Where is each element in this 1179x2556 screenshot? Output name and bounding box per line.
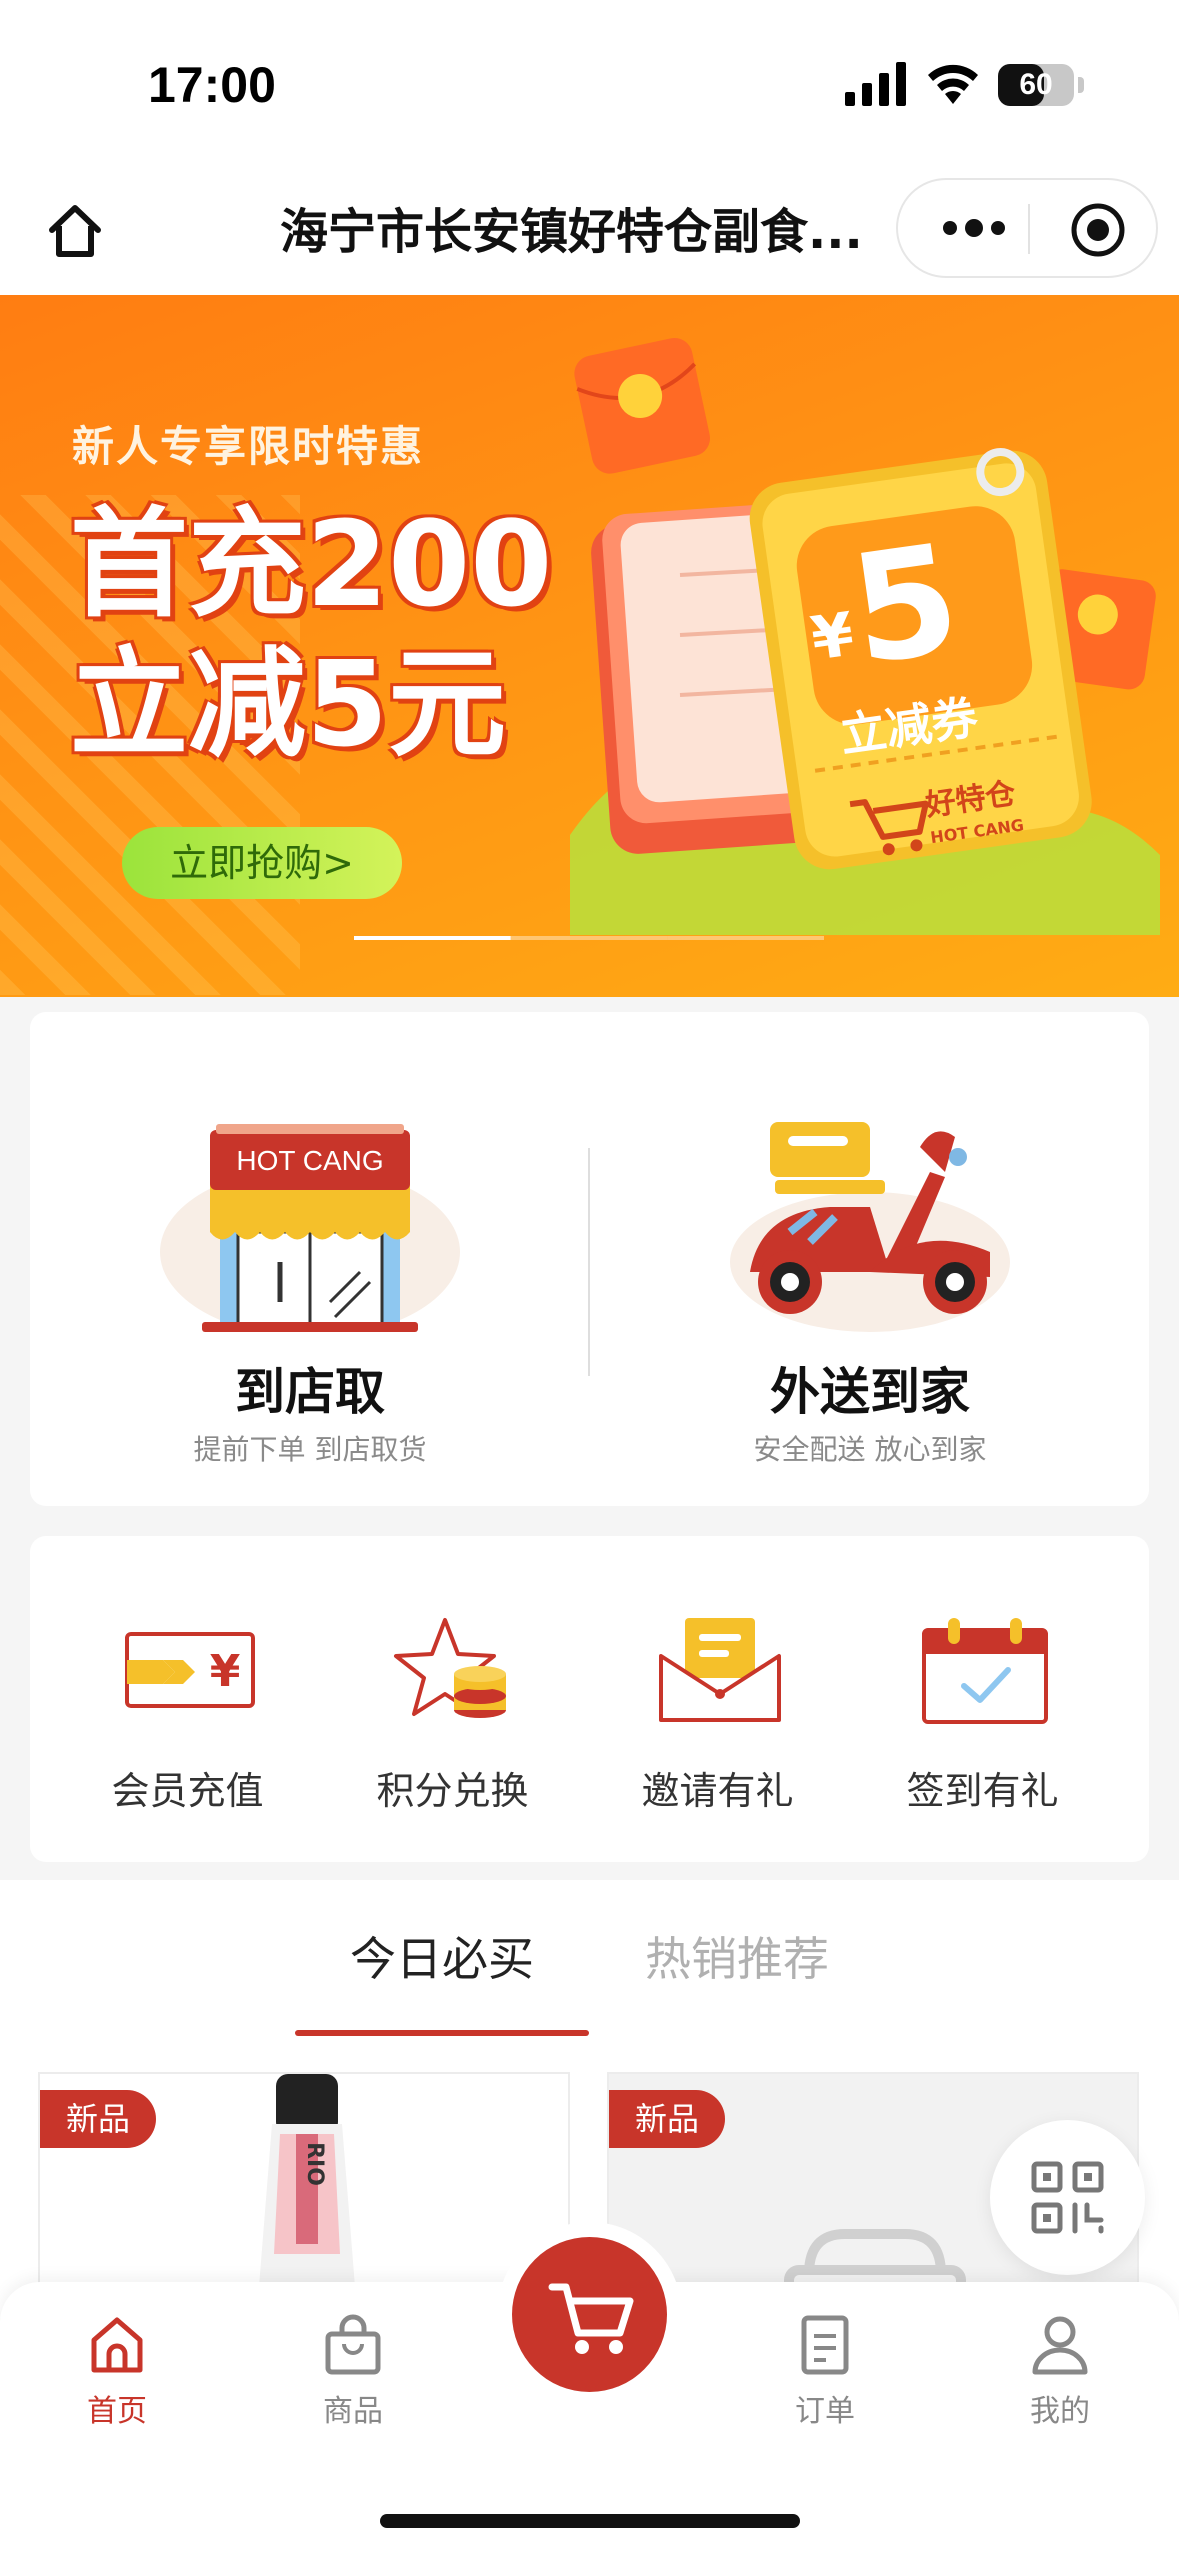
battery-level: 60 [1019,68,1053,101]
bag-icon [325,2314,381,2375]
tab-label: 我的 [1030,2394,1090,2429]
pagination-dot-active [354,936,511,940]
qr-code-icon [1031,2161,1104,2234]
points-exchange-icon [394,1618,506,1718]
pagination-dot [667,936,824,940]
coupon-illustration: ¥ 5 立减券 好特仓 HOT CANG [570,338,1160,935]
store-icon: HOT CANG [160,1124,460,1332]
tab-products[interactable]: 商品 [278,2312,428,2430]
nav-bar: 海宁市长安镇好特仓副食... [0,170,1179,295]
buy-now-button[interactable]: 立即抢购> [122,827,402,899]
close-target-icon[interactable] [1068,200,1128,260]
home-icon[interactable] [44,200,106,262]
active-tab-indicator [295,2030,589,2036]
banner-headline-1: 首充200 [70,495,553,633]
tab-home[interactable]: 首页 [42,2312,192,2430]
tab-today-must-buy[interactable]: 今日必买 [295,1924,589,1994]
delivery-service[interactable]: 外送到家 安全配送 放心到家 [590,1012,1150,1506]
new-badge: 新品 [40,2090,157,2148]
tab-label: 首页 [87,2394,147,2429]
tab-label: 商品 [323,2394,383,2429]
status-bar: 17:00 60 [0,0,1179,170]
quick-actions-card: ¥ 会员充值 积分兑换 邀请有礼 签到有礼 [30,1536,1149,1862]
status-time: 17:00 [148,57,276,113]
scooter-icon [730,1122,1010,1332]
battery-icon: 60 [998,64,1074,106]
home-icon [91,2317,143,2373]
quick-action-recharge[interactable]: ¥ 会员充值 [55,1536,320,1862]
cart-button[interactable] [497,2222,682,2407]
tab-profile[interactable]: 我的 [985,2312,1135,2430]
quick-action-label: 邀请有礼 [641,1769,794,1813]
quick-action-points[interactable]: 积分兑换 [320,1536,585,1862]
quick-action-label: 签到有礼 [906,1769,1059,1813]
quick-action-checkin[interactable]: 签到有礼 [850,1536,1115,1862]
quick-action-label: 会员充值 [111,1769,264,1813]
service-card: HOT CANG 到店取 提前下单 到店取货 外送到家 安全配送 放心到家 [30,1012,1149,1506]
home-indicator [380,2514,800,2528]
tab-label: 订单 [795,2394,855,2429]
banner-headline-2: 立减5元 [70,635,507,773]
order-icon [801,2315,849,2375]
qr-code-button[interactable] [990,2120,1145,2275]
tab-hot-recommend[interactable]: 热销推荐 [590,1924,884,1994]
checkin-calendar-icon [922,1618,1048,1724]
banner-pagination [354,936,824,940]
cellular-signal-icon [845,62,906,106]
mini-program-capsule [896,178,1158,278]
bottle-label: RIO [302,2142,327,2186]
pickup-service[interactable]: HOT CANG 到店取 提前下单 到店取货 [30,1012,590,1506]
cart-icon [548,2283,634,2354]
pickup-desc: 提前下单 到店取货 [193,1433,427,1466]
more-icon[interactable] [934,202,1014,254]
recharge-card-icon: ¥ [125,1632,255,1708]
pickup-title: 到店取 [235,1363,385,1421]
invite-envelope-icon [659,1618,781,1722]
page-title: 海宁市长安镇好特仓副食... [280,204,863,260]
pagination-dot [510,936,668,940]
cart-button-inner [512,2237,667,2392]
new-badge: 新品 [609,2090,726,2148]
delivery-desc: 安全配送 放心到家 [753,1433,987,1466]
promo-banner[interactable]: 新人专享限时特惠 首充200 立减5元 立即抢购> ¥ 5 立减券 好特仓 HO… [0,295,1179,997]
user-icon [1032,2316,1088,2375]
store-sign: HOT CANG [236,1145,383,1176]
wifi-icon [928,64,978,104]
battery-tip [1078,77,1084,93]
capsule-divider [1028,204,1030,254]
banner-subtitle: 新人专享限时特惠 [72,422,425,471]
tab-orders[interactable]: 订单 [750,2312,900,2430]
product-tabs: 今日必买 热销推荐 [0,1880,1179,2038]
quick-action-label: 积分兑换 [376,1769,529,1813]
delivery-title: 外送到家 [770,1363,970,1421]
quick-action-invite[interactable]: 邀请有礼 [585,1536,850,1862]
svg-text:¥: ¥ [210,1646,241,1697]
